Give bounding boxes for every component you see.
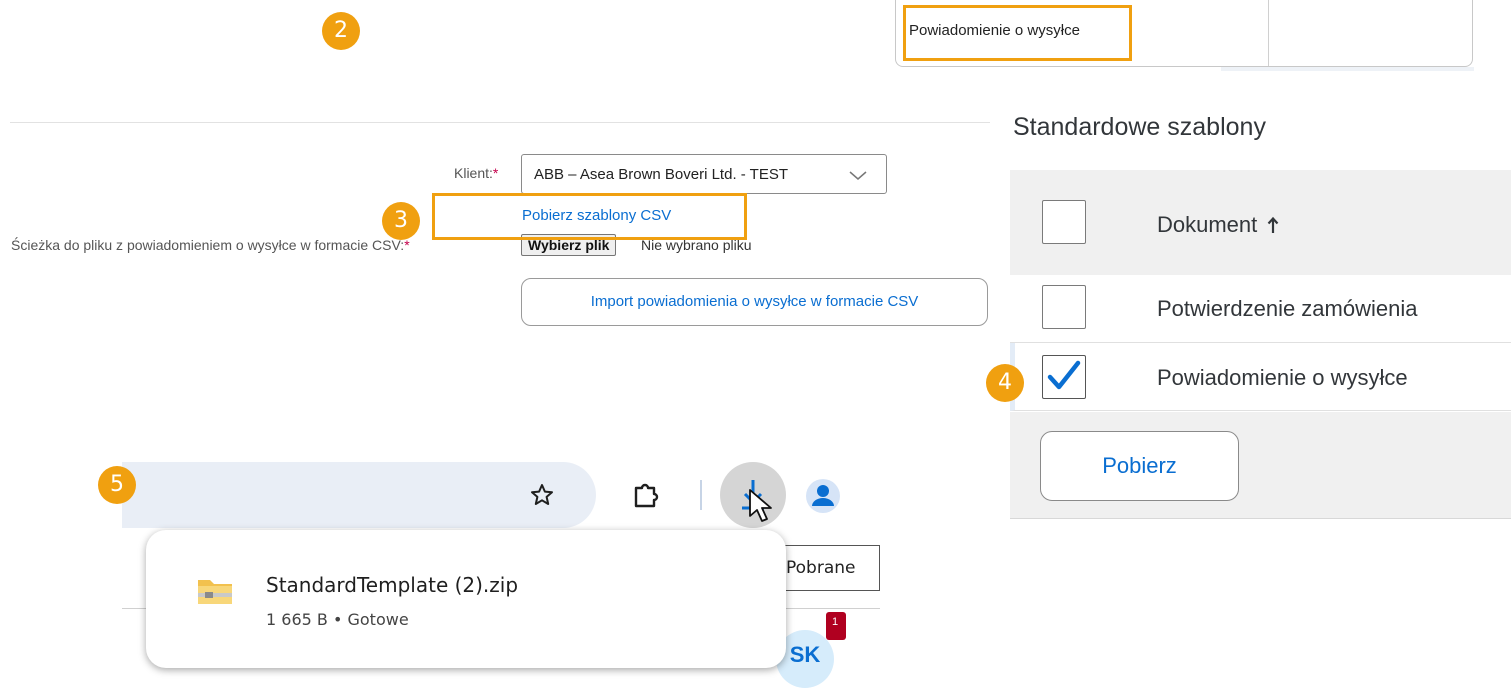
row-checkbox-checked[interactable] [1042,355,1086,399]
notification-badge: 1 [826,612,846,640]
download-button[interactable]: Pobierz [1040,431,1239,501]
file-path-label: Ścieżka do pliku z powiadomieniem o wysy… [11,237,410,253]
step-badge-5: 5 [98,466,136,504]
row-checkbox[interactable] [1042,285,1086,329]
zip-folder-icon [198,580,232,604]
highlight-templates-link [432,193,747,240]
chevron-down-icon [849,171,867,180]
sort-up-arrow-icon [1268,216,1279,233]
templates-table-header: Dokument [1010,170,1511,275]
download-bubble: StandardTemplate (2).zip 1 665 B • Gotow… [146,530,786,668]
section-divider [10,122,990,123]
table-row-selected[interactable]: Powiadomienie o wysyłce [1010,343,1511,411]
star-icon[interactable] [530,483,554,507]
step-badge-3: 3 [382,202,420,240]
menu-divider [1268,0,1269,66]
highlight-menu-item [903,5,1132,61]
toolbar-separator [700,480,702,510]
client-select[interactable]: ABB – Asea Brown Boveri Ltd. - TEST [521,154,887,194]
download-filename[interactable]: StandardTemplate (2).zip [266,573,518,597]
client-select-value: ABB – Asea Brown Boveri Ltd. - TEST [534,166,789,183]
download-status: 1 665 B • Gotowe [266,610,409,629]
extensions-icon[interactable] [631,480,661,510]
document-name: Powiadomienie o wysyłce [1157,365,1408,390]
step-badge-2: 2 [322,12,360,50]
select-all-checkbox[interactable] [1042,200,1086,244]
download-button-toolbar[interactable] [720,462,786,528]
address-bar[interactable] [122,462,596,528]
checkmark-icon [1047,360,1081,390]
templates-table-footer: Pobierz [1010,412,1511,519]
menu-shadow [1221,67,1474,71]
page-divider-right [786,608,880,609]
cursor-icon [749,489,772,522]
table-row[interactable]: Potwierdzenie zamówienia [1010,275,1511,343]
templates-title: Standardowe szablony [1013,113,1266,141]
import-csv-button[interactable]: Import powiadomienia o wysyłce w formaci… [521,278,988,326]
step-badge-4: 4 [986,364,1024,402]
profile-icon[interactable] [805,478,841,514]
document-name: Potwierdzenie zamówienia [1157,296,1418,321]
column-header-document[interactable]: Dokument [1157,212,1279,238]
client-label: Klient:* [454,165,499,181]
